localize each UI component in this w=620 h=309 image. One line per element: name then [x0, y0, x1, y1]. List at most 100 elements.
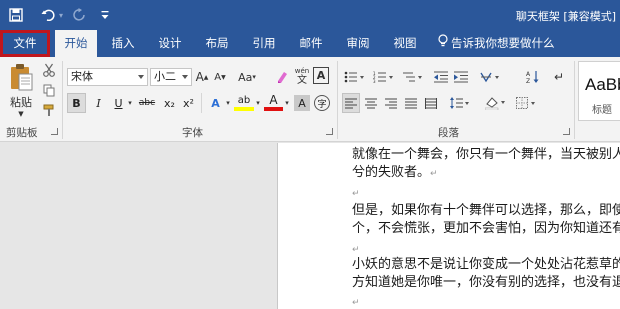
multilevel-list-button[interactable]	[400, 67, 426, 87]
clipboard-group-label: 剪贴板	[6, 127, 38, 139]
sort-button[interactable]: AZ	[524, 67, 542, 87]
ribbon-tabs: 文件 开始 插入 设计 布局 引用 邮件 审阅 视图 告诉我你想要做什么	[0, 30, 620, 58]
redo-icon[interactable]	[72, 5, 88, 25]
highlight-dropdown-icon[interactable]: ▾	[254, 93, 262, 113]
text-effects-dropdown-icon[interactable]: ▾	[224, 93, 232, 113]
svg-text:Z: Z	[526, 78, 530, 84]
character-border-label: A	[316, 69, 326, 82]
group-divider	[337, 61, 338, 139]
cut-icon[interactable]	[40, 61, 58, 79]
title-bar: ▾ 聊天框架 [兼容模式]	[0, 0, 620, 30]
paragraph-group-label: 段落	[438, 127, 459, 139]
group-divider	[62, 61, 63, 139]
tab-insert[interactable]: 插入	[103, 30, 143, 57]
font-color-dropdown-icon[interactable]: ▾	[283, 93, 291, 113]
chevron-down-icon[interactable]	[138, 75, 144, 79]
group-divider	[574, 61, 575, 139]
character-shading-button[interactable]: A	[294, 95, 310, 111]
shrink-font-button[interactable]: A ▼	[212, 67, 228, 87]
tab-layout[interactable]: 布局	[197, 30, 237, 57]
italic-button[interactable]: I	[89, 93, 108, 113]
tab-file[interactable]: 文件	[0, 30, 50, 57]
tab-review[interactable]: 审阅	[338, 30, 378, 57]
clipboard-launcher-icon[interactable]	[51, 128, 58, 135]
superscript-button[interactable]: x²	[179, 93, 198, 113]
enclose-characters-button[interactable]: 字	[314, 95, 330, 111]
paste-dropdown-icon[interactable]: ▼	[14, 109, 28, 119]
tab-references[interactable]: 引用	[244, 30, 284, 57]
svg-text:A: A	[526, 71, 531, 78]
shading-button[interactable]	[483, 93, 509, 113]
decrease-indent-button[interactable]	[432, 67, 450, 87]
doc-line-2-text: 兮的失败者。	[352, 165, 431, 180]
paste-icon[interactable]	[6, 61, 36, 95]
style-heading-tile[interactable]: AaBbC 标题	[578, 61, 620, 121]
doc-line-2[interactable]: 兮的失败者。↵	[352, 165, 438, 182]
strikethrough-button[interactable]: abc	[136, 93, 158, 113]
text-effects-button[interactable]: A	[206, 93, 225, 113]
align-right-button[interactable]	[382, 93, 400, 113]
lightbulb-icon	[438, 30, 448, 57]
font-launcher-icon[interactable]	[326, 128, 333, 135]
font-name-combo[interactable]: 宋体	[67, 68, 148, 86]
chinese-layout-button[interactable]	[478, 67, 504, 87]
format-painter-icon[interactable]	[40, 101, 58, 119]
doc-line-4[interactable]: 个，不会慌张，更加不会害怕，因为你知道还有其他人可以选择。	[352, 221, 620, 237]
bullets-button[interactable]	[342, 67, 368, 87]
document-page[interactable]: 就像在一个舞会，你只有一个舞伴，当天被别人抢走，你就成为舞会上唯一 兮的失败者。…	[277, 143, 620, 309]
align-center-button[interactable]	[362, 93, 380, 113]
paste-button[interactable]: 粘贴	[6, 95, 36, 109]
doc-line-6[interactable]: 方知道她是你唯一，你没有别的选择，也没有退路。	[352, 275, 620, 291]
doc-line-1[interactable]: 就像在一个舞会，你只有一个舞伴，当天被别人抢走，你就成为舞会上唯一	[352, 147, 620, 163]
increase-indent-button[interactable]	[452, 67, 470, 87]
undo-dropdown-icon[interactable]: ▾	[56, 5, 66, 25]
doc-line-5[interactable]: 小妖的意思不是说让你变成一个处处沾花惹草的人，而是说，	[352, 257, 620, 273]
character-border-button[interactable]: A	[313, 67, 329, 84]
paragraph-mark: ↵	[352, 298, 360, 308]
paragraph-mark: ↵	[352, 189, 360, 199]
numbering-button[interactable]: 123	[371, 67, 397, 87]
subscript-button[interactable]: x₂	[160, 93, 179, 113]
tab-home[interactable]: 开始	[55, 30, 97, 58]
bold-button[interactable]: B	[67, 93, 86, 113]
chevron-down-icon[interactable]	[182, 75, 188, 79]
underline-dropdown-icon[interactable]: ▾	[126, 93, 134, 113]
line-spacing-button[interactable]	[448, 93, 472, 113]
save-icon[interactable]	[6, 5, 26, 25]
doc-line-3[interactable]: 但是，如果你有十个舞伴可以选择，那么，即使被别人抢走了一	[352, 203, 620, 219]
change-case-label: Aa	[238, 70, 253, 84]
tell-me-box[interactable]: 告诉我你想要做什么	[438, 30, 555, 57]
undo-icon[interactable]	[40, 5, 56, 25]
copy-icon[interactable]	[40, 81, 58, 99]
style-sample-text: AaBbC	[585, 75, 620, 94]
word-window: ▾ 聊天框架 [兼容模式] 文件 开始 插入 设计 布局 引用 邮件 审阅 视图…	[0, 0, 620, 309]
phonetic-guide-button[interactable]: wén 文	[293, 66, 311, 86]
document-title: 聊天框架 [兼容模式]	[515, 10, 616, 23]
font-name-value: 宋体	[71, 70, 93, 83]
tab-design[interactable]: 设计	[150, 30, 190, 57]
grow-font-label: A	[195, 70, 204, 84]
justify-button[interactable]	[402, 93, 420, 113]
show-formatting-marks-icon[interactable]: ↵	[550, 67, 568, 87]
document-area[interactable]: 就像在一个舞会，你只有一个舞伴，当天被别人抢走，你就成为舞会上唯一 兮的失败者。…	[0, 143, 620, 309]
font-size-combo[interactable]: 小二	[150, 68, 192, 86]
borders-button[interactable]	[514, 93, 540, 113]
grow-font-button[interactable]: A ▲	[194, 67, 210, 87]
style-name-label: 标题	[592, 105, 612, 116]
svg-text:3: 3	[373, 79, 376, 83]
highlight-button[interactable]: ab	[234, 93, 254, 111]
tab-mailings[interactable]: 邮件	[291, 30, 331, 57]
tell-me-text: 告诉我你想要做什么	[451, 36, 555, 50]
ribbon-home: 粘贴 ▼ 剪贴板 宋体 小二 A ▲ A ▼ Aa ▾ wén 文 A B I …	[0, 57, 620, 142]
font-color-button[interactable]: A	[264, 93, 283, 111]
distributed-button[interactable]	[422, 93, 440, 113]
paragraph-mark: ↵	[352, 245, 360, 255]
shrink-font-label: A	[214, 71, 222, 83]
tab-view[interactable]: 视图	[385, 30, 425, 57]
font-size-value: 小二	[154, 70, 176, 83]
clear-formatting-button[interactable]	[274, 67, 290, 87]
customize-quick-access-icon[interactable]	[98, 5, 112, 25]
change-case-button[interactable]: Aa ▾	[235, 67, 259, 87]
align-left-button[interactable]	[342, 93, 360, 113]
paragraph-launcher-icon[interactable]	[563, 128, 570, 135]
